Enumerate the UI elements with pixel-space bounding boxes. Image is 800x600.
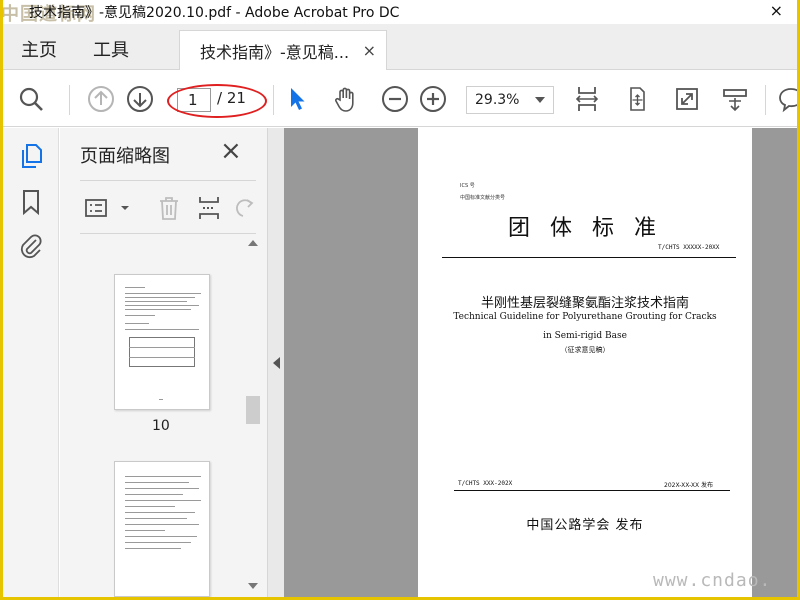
delete-page-icon[interactable] — [154, 193, 184, 223]
chevron-left-icon — [273, 357, 280, 369]
footer-rule — [454, 490, 730, 491]
full-screen-icon[interactable] — [671, 83, 703, 115]
header-rule — [442, 257, 736, 258]
menu-row: 主页 工具 技术指南》-意见稿... × — [3, 24, 797, 70]
thumbnail-panel: 页面缩略图 × 10 — [60, 128, 267, 597]
document-tab-label: 技术指南》-意见稿... — [200, 42, 350, 62]
toolbar: 1 / 21 29.3% — [3, 71, 797, 127]
tab-close-button[interactable]: × — [363, 41, 376, 60]
comment-icon[interactable] — [775, 83, 797, 115]
zoom-level-value: 29.3% — [475, 92, 520, 108]
panel-close-button[interactable]: × — [220, 138, 242, 164]
hand-tool-icon[interactable] — [329, 83, 361, 115]
toolbar-divider — [765, 85, 766, 115]
previous-page-icon[interactable] — [85, 83, 117, 115]
search-icon[interactable] — [15, 83, 47, 115]
fit-width-icon[interactable] — [571, 83, 603, 115]
page-thumbnails-icon[interactable] — [15, 140, 47, 172]
thumbnail-list[interactable]: 10 — [80, 236, 242, 597]
scroll-up-arrow[interactable] — [248, 240, 258, 246]
page-thumbnail-10[interactable] — [114, 274, 210, 410]
document-view[interactable]: ICS 号 中国标准文献分类号 团体标准 T/CHTS XXXXX-20XX 半… — [284, 128, 797, 597]
scroll-down-arrow[interactable] — [248, 583, 258, 589]
rotate-page-icon[interactable] — [230, 193, 260, 223]
thumbnail-toolbar — [80, 180, 256, 234]
rotate-view-icon[interactable] — [621, 83, 653, 115]
ics-label: ICS 号 — [460, 183, 475, 189]
attachment-icon[interactable] — [15, 230, 47, 262]
thumbnail-table — [129, 337, 195, 367]
insert-page-icon[interactable] — [194, 193, 224, 223]
toolbar-divider — [273, 85, 274, 115]
document-title-cn: 半刚性基层裂缝聚氨酯注浆技术指南 — [480, 296, 689, 311]
classification-label: 中国标准文献分类号 — [460, 195, 506, 201]
title-bar: 中国道标网 技术指南》-意见稿2020.10.pdf - Adobe Acrob… — [3, 0, 797, 25]
standard-heading: 团体标准 — [508, 216, 677, 241]
window-close-button[interactable]: × — [770, 1, 783, 20]
thumbnail-page-label: 10 — [152, 418, 170, 434]
document-page: ICS 号 中国标准文献分类号 团体标准 T/CHTS XXXXX-20XX 半… — [418, 128, 752, 597]
window-title: 技术指南》-意见稿2020.10.pdf - Adobe Acrobat Pro… — [29, 5, 400, 21]
footer-code: T/CHTS XXX-202X — [458, 480, 513, 487]
scrollbar-thumb[interactable] — [246, 396, 260, 424]
menu-home[interactable]: 主页 — [21, 36, 57, 62]
next-page-icon[interactable] — [124, 83, 156, 115]
bookmark-icon[interactable] — [15, 186, 47, 218]
toolbar-divider — [69, 85, 70, 115]
page-thumbnail-11[interactable] — [114, 461, 210, 597]
document-tab[interactable]: 技术指南》-意见稿... × — [179, 30, 387, 70]
navigation-rail — [3, 128, 59, 597]
standard-code: T/CHTS XXXXX-20XX — [658, 244, 720, 251]
publisher: 中国公路学会 发布 — [526, 518, 644, 533]
thumbnail-options-icon[interactable] — [82, 193, 112, 223]
document-title-en-line2: in Semi-rigid Base — [543, 331, 627, 341]
zoom-in-icon[interactable] — [417, 83, 449, 115]
chevron-down-icon[interactable] — [110, 193, 140, 223]
red-highlight-circle — [167, 84, 267, 118]
menu-tools[interactable]: 工具 — [93, 36, 129, 62]
acrobat-window: 中国道标网 技术指南》-意见稿2020.10.pdf - Adobe Acrob… — [3, 0, 797, 597]
thumbnail-scrollbar[interactable] — [244, 236, 262, 597]
release-date: 202X-XX-XX 发布 — [664, 482, 714, 489]
panel-collapse-handle[interactable] — [267, 128, 284, 597]
read-mode-icon[interactable] — [719, 83, 751, 115]
zoom-out-icon[interactable] — [379, 83, 411, 115]
draft-label: （征求意见稿） — [560, 346, 610, 354]
chevron-down-icon — [535, 97, 545, 103]
select-cursor-icon[interactable] — [281, 83, 313, 115]
panel-title: 页面缩略图 — [80, 146, 170, 167]
zoom-level-select[interactable]: 29.3% — [466, 86, 554, 114]
site-watermark: www.cndao. — [653, 570, 772, 591]
document-title-en-line1: Technical Guideline for Polyurethane Gro… — [453, 312, 717, 322]
